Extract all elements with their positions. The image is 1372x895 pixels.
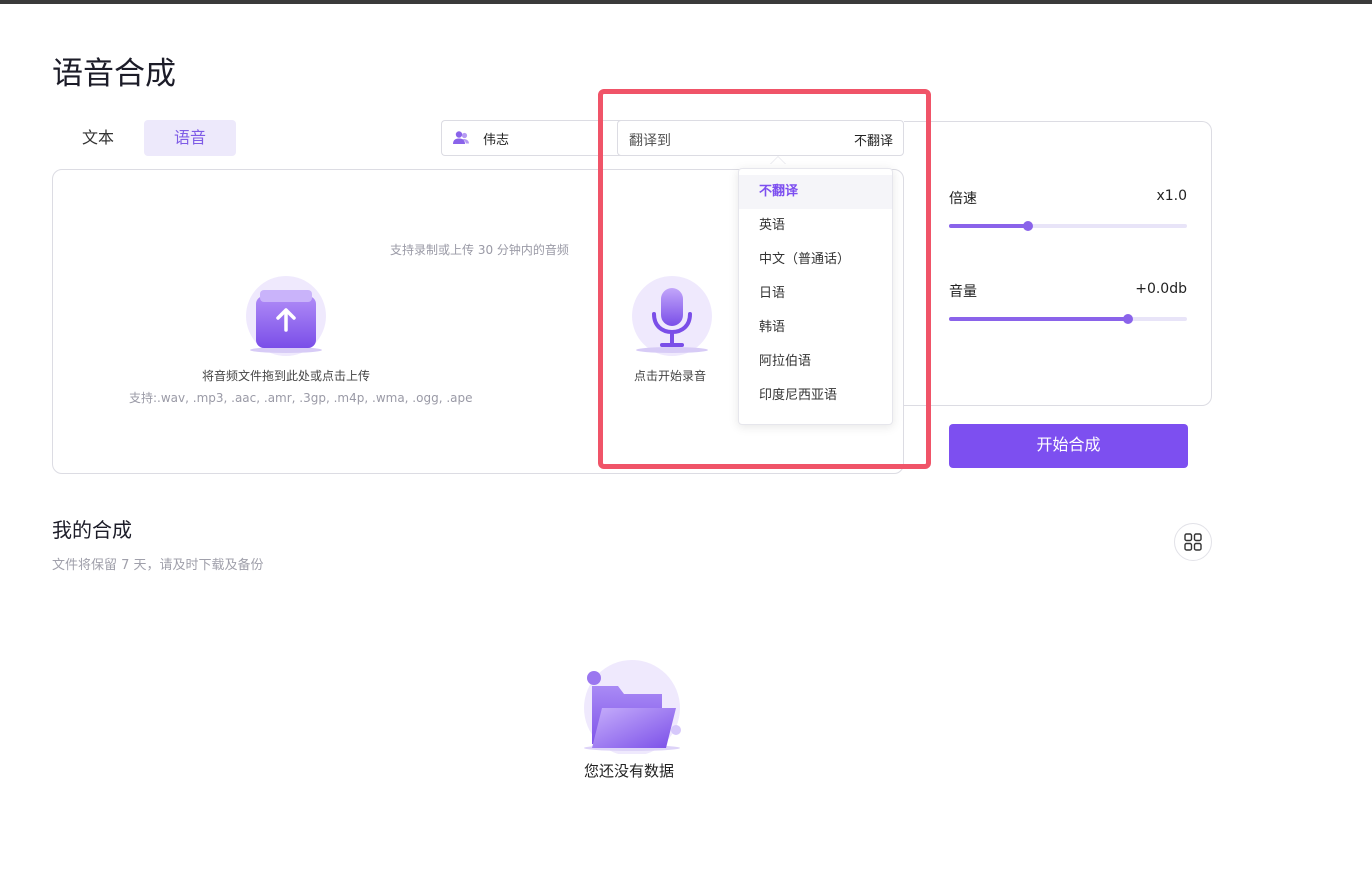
- record-button[interactable]: [628, 274, 716, 358]
- translate-value: 不翻译: [853, 134, 893, 149]
- upload-formats: 支持:.wav, .mp3, .aac, .amr, .3gp, .m4p, .…: [129, 391, 473, 405]
- translate-option[interactable]: 中文（普通话）: [739, 243, 892, 277]
- grid-view-button[interactable]: [1174, 523, 1212, 561]
- speed-slider-fill: [949, 224, 1028, 228]
- microphone-icon: [632, 276, 712, 356]
- settings-panel: [904, 121, 1212, 406]
- translate-option[interactable]: 韩语: [739, 311, 892, 345]
- record-label: 点击开始录音: [634, 369, 707, 383]
- voice-name: 伟志: [483, 132, 510, 148]
- window-top-bar: [0, 0, 1372, 4]
- tab-text[interactable]: 文本: [60, 120, 136, 156]
- speed-value: x1.0: [1156, 188, 1187, 204]
- upload-dropzone[interactable]: [242, 274, 330, 358]
- dropdown-caret: [770, 156, 786, 164]
- speed-slider[interactable]: [949, 221, 1187, 231]
- empty-state-text: 您还没有数据: [584, 762, 675, 780]
- translate-option[interactable]: 英语: [739, 209, 892, 243]
- page-title: 语音合成: [52, 56, 176, 92]
- user-group-icon: [453, 131, 469, 144]
- speed-label: 倍速: [949, 191, 977, 207]
- voice-select[interactable]: 伟志: [441, 120, 641, 156]
- translate-option[interactable]: 不翻译: [739, 175, 892, 209]
- volume-label: 音量: [949, 284, 977, 300]
- empty-folder-icon: [578, 658, 686, 756]
- speed-slider-thumb[interactable]: [1022, 221, 1033, 231]
- volume-slider-thumb[interactable]: [1122, 314, 1133, 324]
- my-synthesis-title: 我的合成: [52, 518, 132, 542]
- upload-label: 将音频文件拖到此处或点击上传: [202, 369, 371, 383]
- translate-option[interactable]: 日语: [739, 277, 892, 311]
- tab-voice[interactable]: 语音: [144, 120, 236, 156]
- start-synthesis-button[interactable]: 开始合成: [949, 424, 1188, 468]
- upload-box-icon: [246, 276, 326, 356]
- translate-dropdown-menu: 不翻译 英语 中文（普通话） 日语 韩语 阿拉伯语 印度尼西亚语: [738, 168, 893, 425]
- volume-value: +0.0db: [1135, 281, 1187, 297]
- translate-option[interactable]: 阿拉伯语: [739, 345, 892, 379]
- translate-option[interactable]: 印度尼西亚语: [739, 379, 892, 413]
- translate-label: 翻译到: [629, 133, 671, 149]
- my-synthesis-subtitle: 文件将保留 7 天，请及时下载及备份: [52, 558, 264, 573]
- volume-slider[interactable]: [949, 314, 1187, 324]
- volume-slider-fill: [949, 317, 1128, 321]
- translate-select[interactable]: 翻译到 不翻译: [617, 120, 904, 156]
- upload-hint: 支持录制或上传 30 分钟内的音频: [390, 243, 569, 257]
- grid-icon: [1184, 533, 1202, 551]
